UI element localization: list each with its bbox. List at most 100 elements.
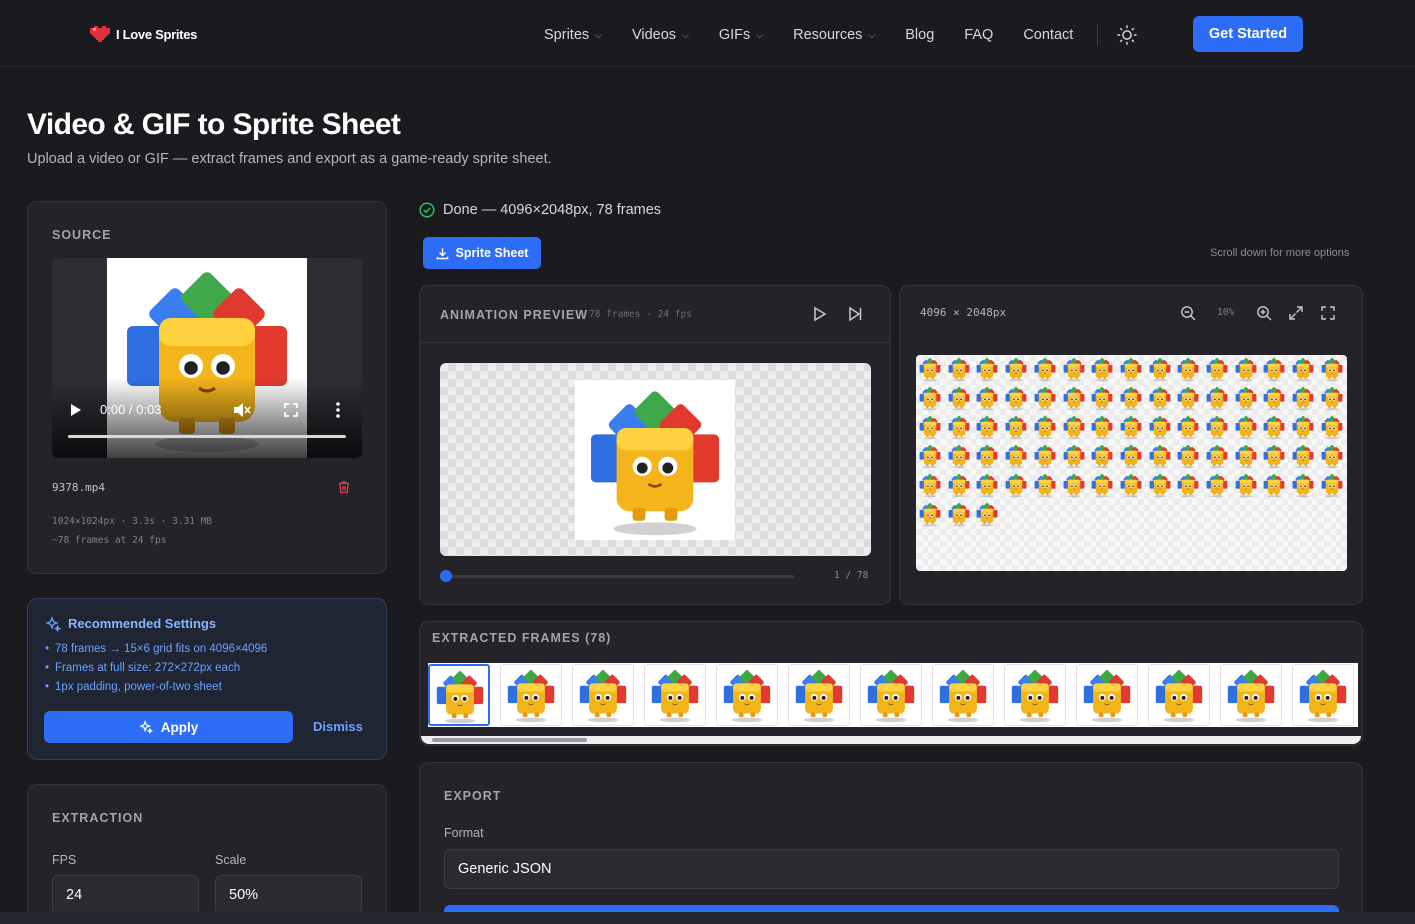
zoom-in-icon[interactable]: [1255, 304, 1273, 322]
sprite-frame-cell: [974, 356, 1000, 382]
chevron-down-icon: ⌵: [595, 29, 602, 40]
sprite-frame-cell: [1290, 472, 1316, 498]
sprite-frame-cell: [1118, 443, 1144, 469]
video-progress-bar[interactable]: [68, 435, 346, 438]
sprite-frame-cell: [974, 414, 1000, 440]
frame-thumbnail[interactable]: [572, 664, 634, 726]
sprite-frame-cell: [974, 472, 1000, 498]
status-message: Done — 4096×2048px, 78 frames: [419, 202, 661, 218]
sprite-frame-cell: [1003, 356, 1029, 382]
sprite-frame-cell: [1261, 443, 1287, 469]
main-nav: Sprites ⌵ Videos ⌵ GIFs ⌵ Resources ⌵ Blog F…: [544, 24, 1158, 46]
sprite-frame-cell: [1061, 385, 1087, 411]
frame-thumbnail[interactable]: [788, 664, 850, 726]
sprite-frame-cell: [974, 501, 1000, 527]
frame-counter: 1 / 78: [834, 570, 869, 581]
sprite-frame-cell: [1319, 443, 1345, 469]
animation-preview-card: ANIMATION PREVIEW 78 frames · 24 fps 1 /…: [419, 285, 891, 605]
trash-icon[interactable]: [337, 480, 351, 494]
download-icon: [436, 247, 448, 259]
frame-thumbnail[interactable]: [932, 664, 994, 726]
sprite-frame-cell: [917, 385, 943, 411]
sparkle-icon: [45, 616, 61, 632]
mascot-image: [646, 666, 704, 724]
sprite-frame-cell: [1261, 414, 1287, 440]
frame-thumbnail[interactable]: [1148, 664, 1210, 726]
dismiss-button[interactable]: Dismiss: [313, 719, 363, 734]
play-icon[interactable]: [810, 305, 828, 323]
sprite-sheet-canvas: [916, 355, 1347, 571]
frames-scrollbar-thumb[interactable]: [432, 738, 587, 742]
sprite-frame-cell: [917, 472, 943, 498]
sprite-frame-cell: [1233, 414, 1259, 440]
mascot-image: [1078, 666, 1136, 724]
sprite-frame-cell: [1032, 414, 1058, 440]
frame-thumbnail[interactable]: [860, 664, 922, 726]
download-sprite-sheet-button[interactable]: Sprite Sheet: [423, 237, 541, 269]
nav-sprites[interactable]: Sprites ⌵: [544, 27, 602, 43]
play-icon[interactable]: [70, 403, 82, 417]
frame-thumbnail[interactable]: [428, 664, 490, 726]
extraction-card: EXTRACTION FPS 24 Scale 50%: [27, 784, 387, 924]
export-card: EXPORT Format Generic JSON: [419, 762, 1363, 924]
mute-icon[interactable]: [233, 402, 251, 418]
export-label: EXPORT: [444, 789, 502, 803]
animation-meta: 78 frames · 24 fps: [589, 309, 692, 320]
frame-slider-knob[interactable]: [440, 570, 452, 582]
animation-frame: [575, 380, 735, 540]
nav-faq[interactable]: FAQ: [964, 27, 993, 43]
skip-forward-icon[interactable]: [846, 305, 864, 323]
sprite-frame-cell: [974, 385, 1000, 411]
sprite-frame-cell: [1032, 356, 1058, 382]
nav-gifs[interactable]: GIFs ⌵: [719, 27, 763, 43]
logo-text: I Love Sprites: [116, 26, 198, 42]
sprite-frame-cell: [1204, 414, 1230, 440]
nav-videos[interactable]: Videos ⌵: [632, 27, 689, 43]
expand-icon[interactable]: [1287, 304, 1305, 322]
sprite-frame-cell: [946, 385, 972, 411]
sprite-frame-cell: [1089, 385, 1115, 411]
nav-blog[interactable]: Blog: [905, 27, 934, 43]
frame-thumbnail[interactable]: [644, 664, 706, 726]
zoom-out-icon[interactable]: [1179, 304, 1197, 322]
scale-input[interactable]: 50%: [215, 875, 362, 915]
frame-thumbnail[interactable]: [1292, 664, 1354, 726]
apply-button[interactable]: Apply: [44, 711, 293, 743]
video-player[interactable]: 0:00 / 0:03: [52, 258, 362, 458]
fullscreen-icon[interactable]: [1319, 304, 1337, 322]
sprite-frame-cell: [917, 356, 943, 382]
get-started-button[interactable]: Get Started: [1193, 16, 1303, 52]
sprite-frame-cell: [1032, 385, 1058, 411]
sprite-frame-cell: [1003, 414, 1029, 440]
extracted-frames-label: EXTRACTED FRAMES (78): [432, 631, 612, 645]
format-select[interactable]: Generic JSON: [444, 849, 1339, 889]
frame-thumbnail[interactable]: [1076, 664, 1138, 726]
sprite-frame-cell: [1032, 443, 1058, 469]
sprite-frame-cell: [1175, 472, 1201, 498]
sun-icon[interactable]: [1116, 24, 1138, 46]
sparkle-icon: [138, 720, 153, 734]
more-options-icon[interactable]: [336, 402, 340, 418]
frame-thumbnail[interactable]: [716, 664, 778, 726]
fps-input[interactable]: 24: [52, 875, 199, 915]
sprite-frame-cell: [1233, 385, 1259, 411]
fullscreen-icon[interactable]: [284, 403, 298, 417]
site-logo[interactable]: I Love Sprites: [88, 24, 197, 44]
sprite-sheet-preview-card: 4096 × 2048px 10%: [899, 285, 1363, 605]
chevron-down-icon: ⌵: [682, 29, 689, 40]
recommended-title: Recommended Settings: [68, 616, 217, 631]
frame-thumbnail[interactable]: [500, 664, 562, 726]
frame-slider-track[interactable]: [446, 575, 794, 578]
frame-thumbnail[interactable]: [1220, 664, 1282, 726]
nav-resources-label: Resources: [793, 27, 863, 43]
mascot-image: [718, 666, 776, 724]
sprite-frame-cell: [917, 501, 943, 527]
frame-thumbnail[interactable]: [1004, 664, 1066, 726]
nav-contact[interactable]: Contact: [1023, 27, 1073, 43]
nav-sprites-label: Sprites: [544, 27, 590, 43]
frames-scrollbar[interactable]: [421, 736, 1361, 744]
nav-resources[interactable]: Resources ⌵: [793, 27, 875, 43]
sprite-frame-cell: [917, 414, 943, 440]
top-navigation-bar: I Love Sprites Sprites ⌵ Videos ⌵ GIFs ⌵ Re…: [0, 0, 1415, 67]
mascot-image: [1222, 666, 1280, 724]
